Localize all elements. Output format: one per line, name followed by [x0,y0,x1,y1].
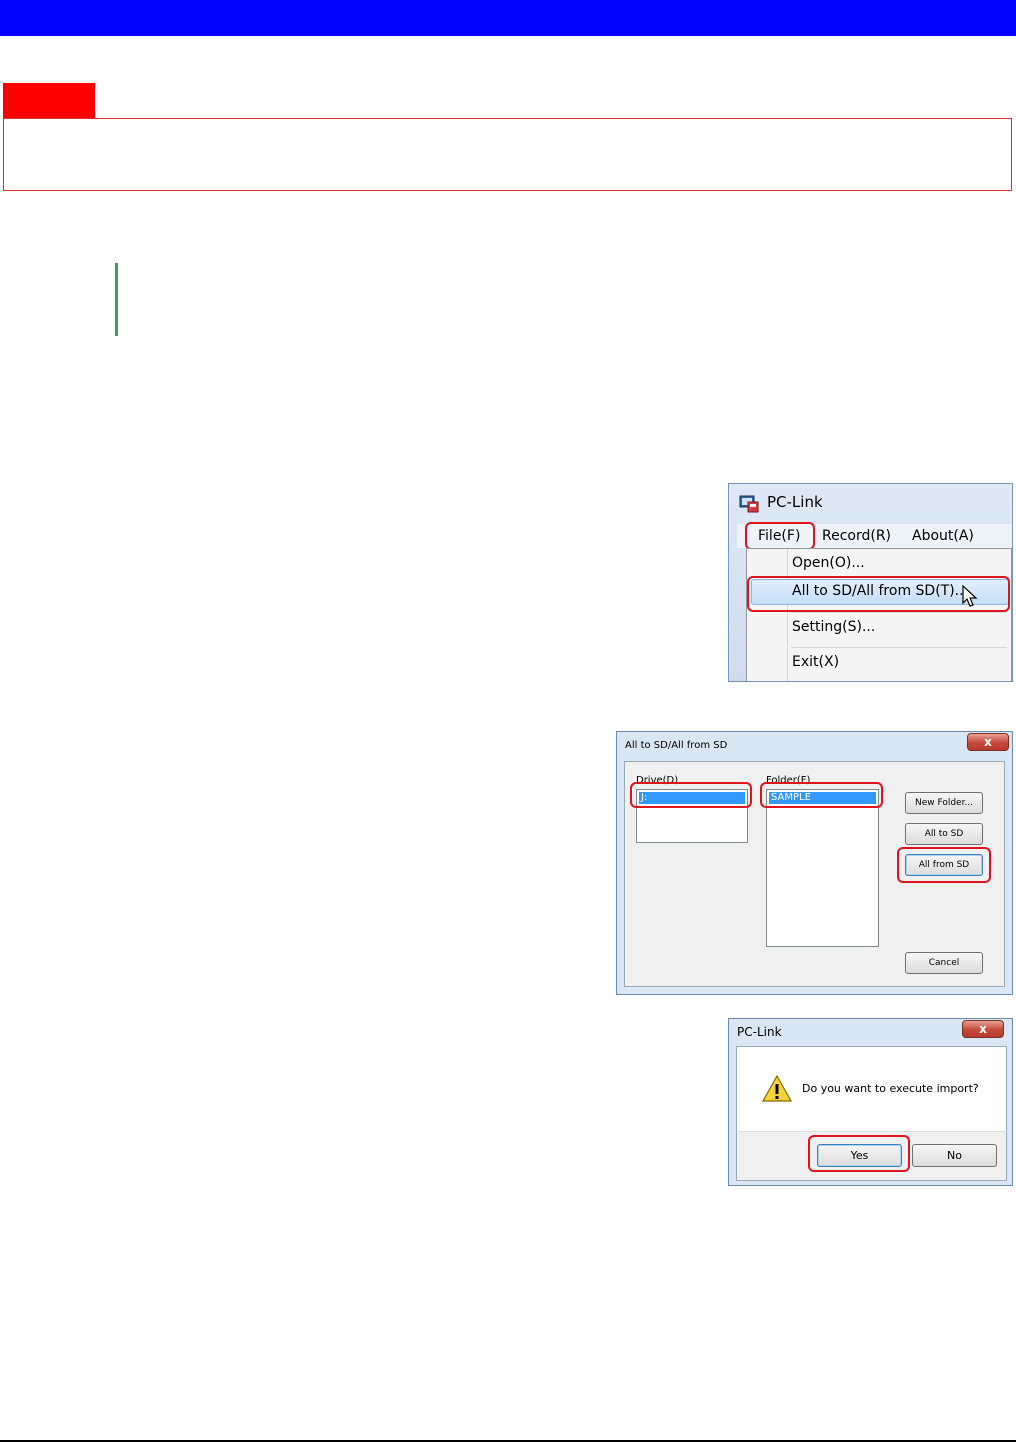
close-button[interactable]: x [962,1020,1004,1038]
dialog-body: Drive(D) J: Folder(F) SAMPLE New Folder.… [624,761,1005,987]
new-folder-button[interactable]: New Folder... [905,792,983,814]
yes-highlight [808,1135,910,1172]
file-menu-highlight [745,522,815,550]
folder-listbox[interactable]: SAMPLE [766,789,879,947]
quote-accent-bar [115,263,118,336]
menu-about[interactable]: About(A) [912,528,974,544]
note-tab [3,83,95,119]
menu-item-open[interactable]: Open(O)... [792,555,865,571]
drive-highlight [630,782,752,808]
menu-gutter [787,549,788,681]
menu-item-highlight [747,576,1010,612]
menu-separator [791,647,1007,648]
all-from-sd-highlight [897,847,991,883]
menu-item-setting[interactable]: Setting(S)... [792,619,875,635]
menu-item-exit[interactable]: Exit(X) [792,654,839,670]
pclink-app-icon [739,495,759,513]
note-box [3,118,1012,191]
confirm-dialog: PC-Link x Do you want to execute import?… [728,1018,1013,1186]
file-dropdown: Open(O)... All to SD/All from SD(T)... S… [746,548,1012,681]
no-button[interactable]: No [912,1144,997,1167]
cancel-button[interactable]: Cancel [905,952,983,974]
folder-highlight [760,782,883,808]
header-bar [0,0,1016,36]
pclink-menu-window: PC-Link File(F) Record(R) About(A) Open(… [728,483,1013,682]
close-button[interactable]: x [967,733,1009,751]
dialog-title: PC-Link [737,1025,782,1039]
confirm-message: Do you want to execute import? [802,1082,979,1095]
sd-dialog: All to SD/All from SD x Drive(D) J: Fold… [616,731,1013,995]
menu-separator [791,612,1007,613]
window-title: PC-Link [767,493,823,511]
all-to-sd-button[interactable]: All to SD [905,823,983,845]
dialog-title: All to SD/All from SD [625,740,728,751]
menu-record[interactable]: Record(R) [822,528,891,544]
warning-icon [762,1075,792,1102]
